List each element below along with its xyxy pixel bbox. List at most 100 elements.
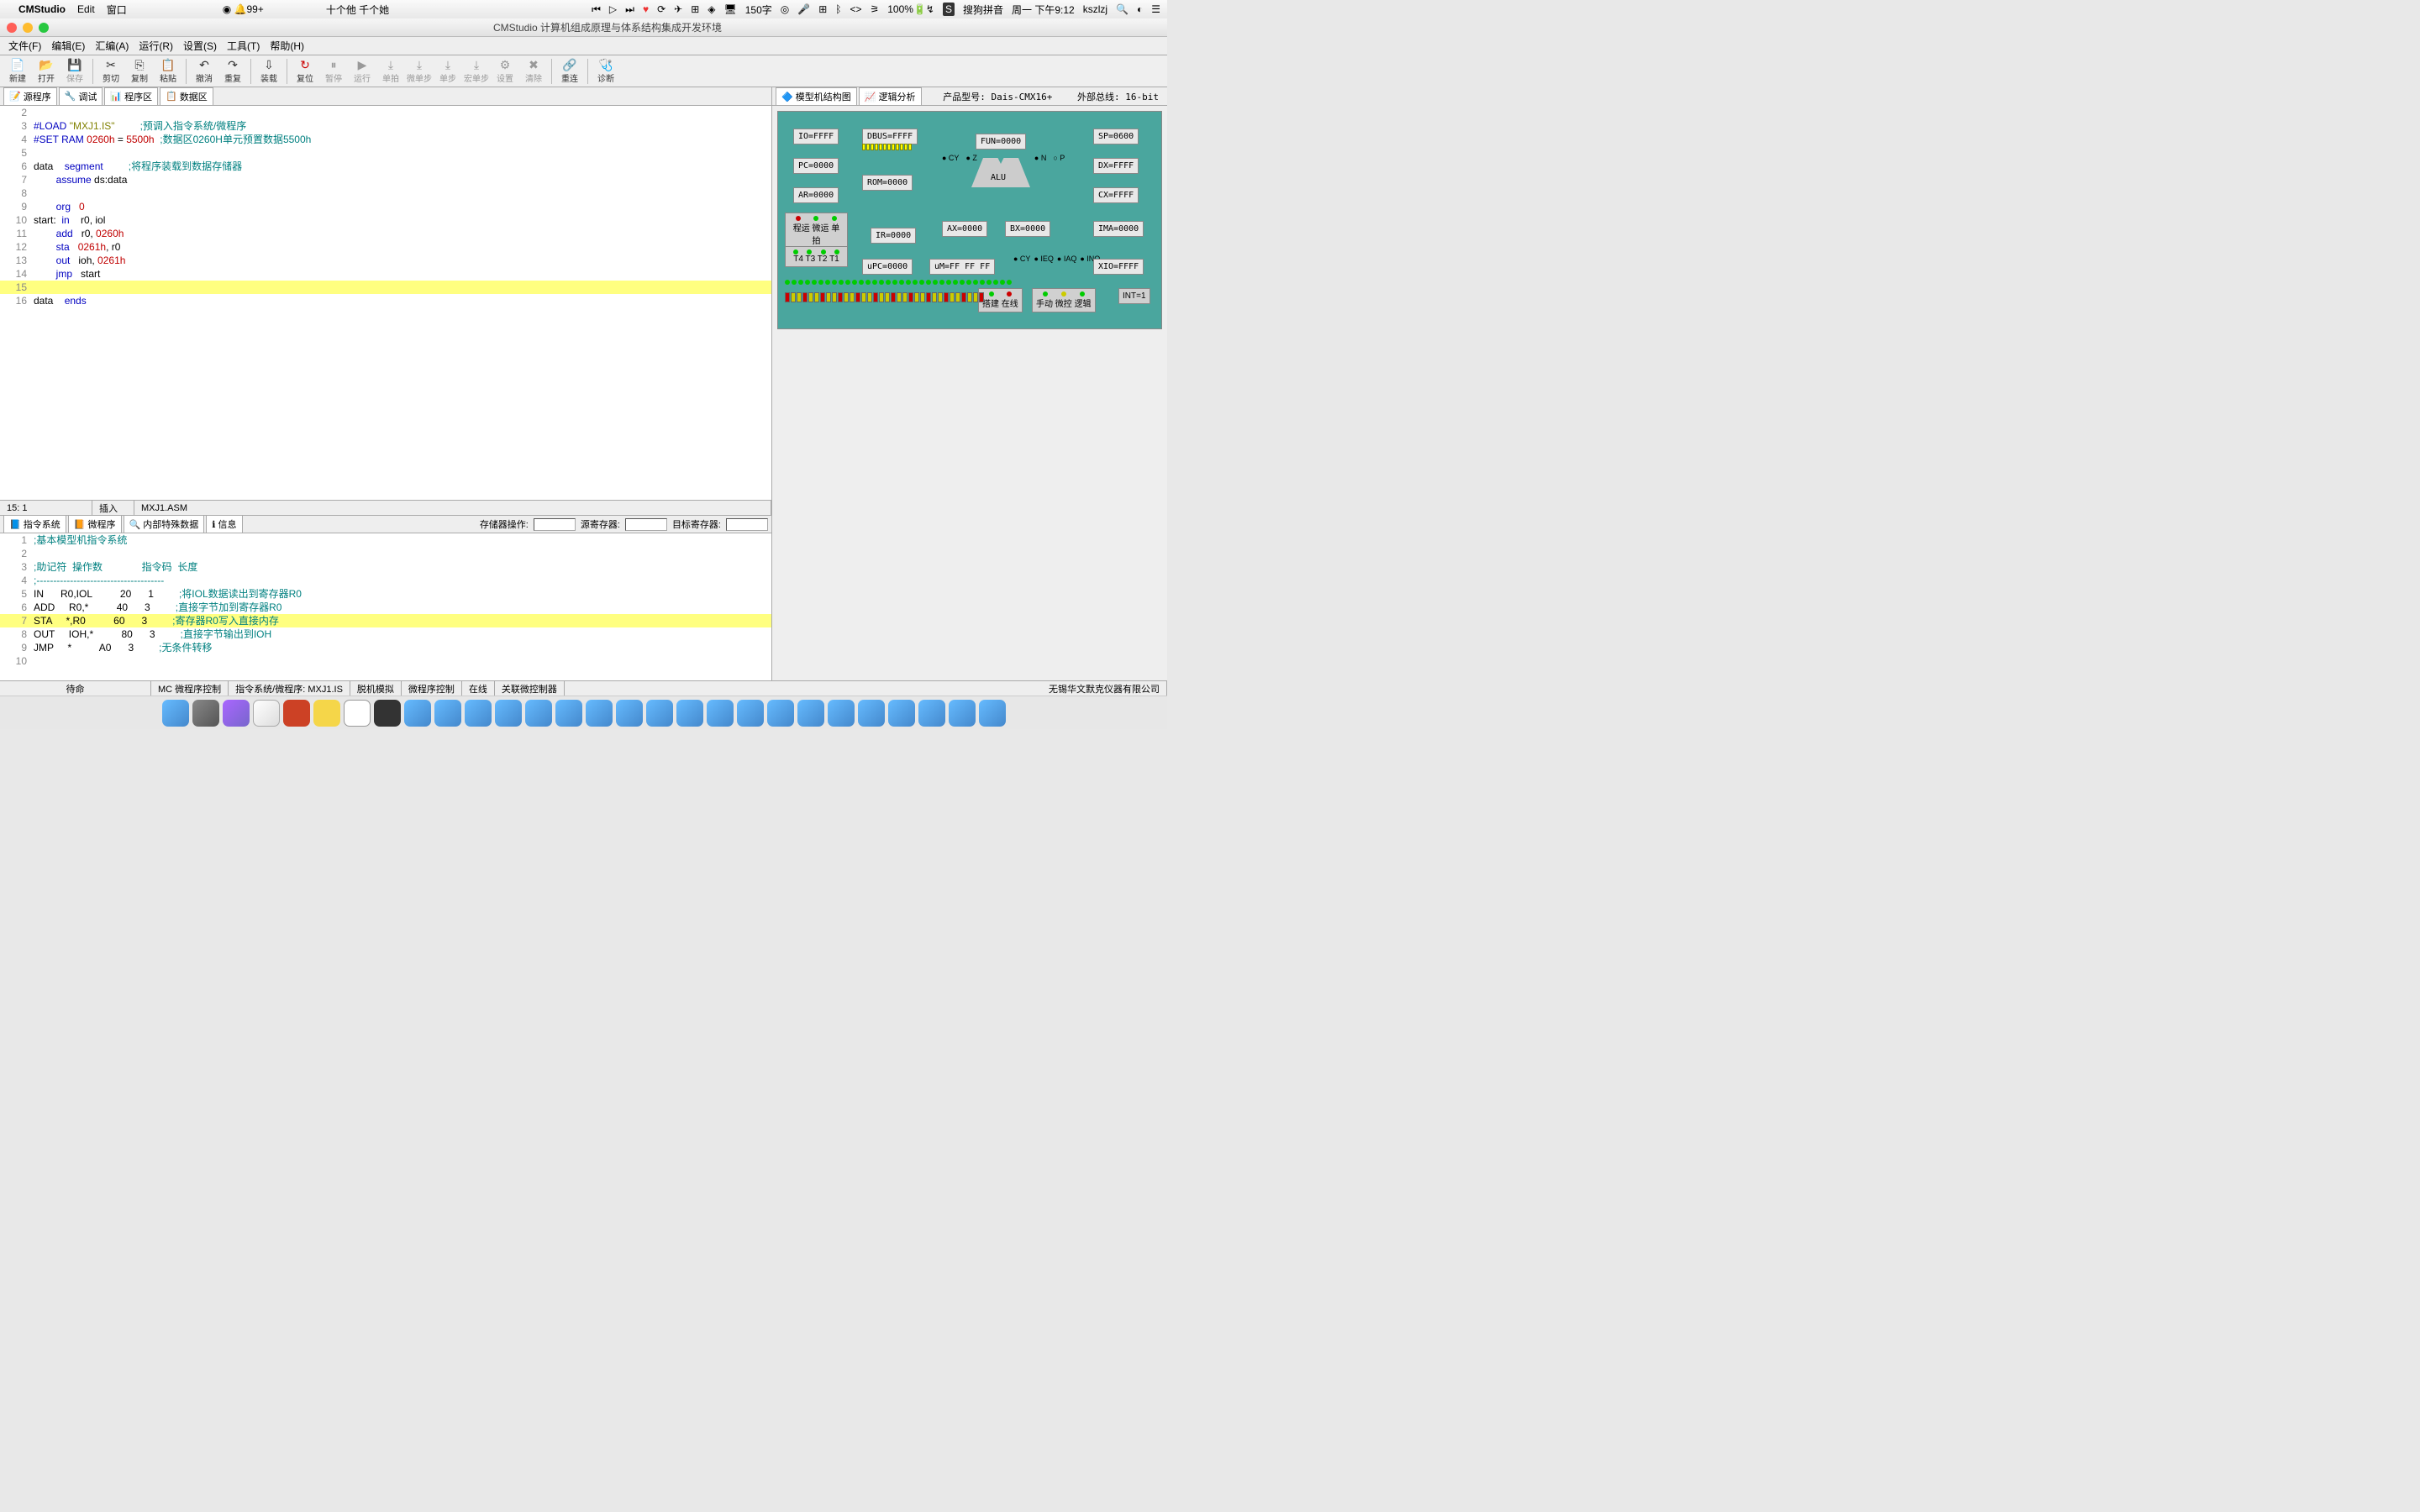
tab-isa[interactable]: 📘 指令系统 (3, 515, 66, 533)
isa-line[interactable]: 6ADD R0,* 40 3 ;直接字节加到寄存器R0 (0, 601, 771, 614)
source-line[interactable]: 5 (0, 146, 771, 160)
tool-运行[interactable]: ▶运行 (348, 57, 376, 86)
spotlight-icon[interactable]: 🔍 (1116, 3, 1128, 15)
menu-edit2[interactable]: 编辑(E) (46, 39, 90, 53)
heart-icon[interactable]: ♥ (643, 3, 649, 15)
send-icon[interactable]: ✈ (674, 3, 682, 15)
ctrl-mode[interactable]: 手动 微控 逻辑 (1032, 288, 1096, 312)
media-play-icon[interactable]: ▷ (609, 3, 617, 15)
dock-app-9[interactable] (434, 700, 461, 727)
tool-单拍[interactable]: ⤓单拍 (376, 57, 405, 86)
dock-app-24[interactable] (888, 700, 915, 727)
tool-剪切[interactable]: ✂剪切 (97, 57, 125, 86)
reg-upc[interactable]: uPC=0000 (862, 259, 913, 275)
menu-help[interactable]: 帮助(H) (265, 39, 309, 53)
source-line[interactable]: 14 jmp start (0, 267, 771, 281)
dock-app-4[interactable] (283, 700, 310, 727)
tab-special[interactable]: 🔍 内部特殊数据 (124, 515, 205, 533)
isa-editor[interactable]: 1;基本模型机指令系统23;助记符 操作数 指令码 长度4;----------… (0, 533, 771, 680)
cube-icon[interactable]: ◈ (708, 3, 715, 15)
isa-line[interactable]: 2 (0, 547, 771, 560)
dock-app-25[interactable] (918, 700, 945, 727)
source-line[interactable]: 6data segment ;将程序装载到数据存储器 (0, 160, 771, 173)
tab-model[interactable]: 🔷 模型机结构图 (776, 87, 857, 106)
dock-app-23[interactable] (858, 700, 885, 727)
reg-cx[interactable]: CX=FFFF (1093, 187, 1139, 203)
menu-tools[interactable]: 工具(T) (222, 39, 265, 53)
tool-宏单步[interactable]: ⤓宏单步 (462, 57, 491, 86)
ctrl-tstates[interactable]: T4 T3 T2 T1 (785, 246, 848, 267)
dock-app-14[interactable] (586, 700, 613, 727)
source-line[interactable]: 9 org 0 (0, 200, 771, 213)
reg-dbus[interactable]: DBUS=FFFF (862, 129, 918, 144)
source-line[interactable]: 12 sta 0261h, r0 (0, 240, 771, 254)
tab-micro[interactable]: 📙 微程序 (68, 515, 122, 533)
dock-app-13[interactable] (555, 700, 582, 727)
dock-app-3[interactable] (253, 700, 280, 727)
tool-复位[interactable]: ↻复位 (291, 57, 319, 86)
tool-撤消[interactable]: ↶撤消 (190, 57, 218, 86)
tool-诊断[interactable]: 🩺诊断 (592, 57, 620, 86)
isa-line[interactable]: 7STA *,R0 60 3 ;寄存器R0写入直接内存 (0, 614, 771, 627)
ime-label[interactable]: S (943, 3, 955, 16)
dock-app-0[interactable] (162, 700, 189, 727)
menu-settings[interactable]: 设置(S) (178, 39, 222, 53)
dst-reg-input[interactable] (726, 518, 768, 531)
menu-asm[interactable]: 汇编(A) (90, 39, 134, 53)
source-line[interactable]: 15 (0, 281, 771, 294)
reg-io[interactable]: IO=FFFF (793, 129, 839, 144)
tool-新建[interactable]: 📄新建 (3, 57, 32, 86)
app-name[interactable]: CMStudio (18, 3, 66, 15)
reg-fun[interactable]: FUN=0000 (976, 134, 1026, 150)
tool-复制[interactable]: ⎘复制 (125, 57, 154, 86)
display-icon[interactable]: 🖥 (724, 3, 737, 15)
code-icon[interactable]: <> (850, 3, 861, 15)
menu-file[interactable]: 文件(F) (3, 39, 46, 53)
tab-prog[interactable]: 📊程序区 (104, 87, 158, 106)
menu-run[interactable]: 运行(R) (134, 39, 178, 53)
circle-icon[interactable]: ◎ (781, 3, 789, 15)
dock-app-26[interactable] (949, 700, 976, 727)
tool-粘贴[interactable]: 📋粘贴 (154, 57, 182, 86)
source-line[interactable]: 4#SET RAM 0260h = 5500h ;数据区0260H单元预置数据5… (0, 133, 771, 146)
tool-清除[interactable]: ✖清除 (519, 57, 548, 86)
siri-icon[interactable]: ◐ (1137, 3, 1143, 15)
source-editor[interactable]: 23#LOAD "MXJ1.IS" ;预调入指令系统/微程序4#SET RAM … (0, 106, 771, 500)
tool-设置[interactable]: ⚙设置 (491, 57, 519, 86)
tab-logic[interactable]: 📈 逻辑分析 (859, 87, 922, 106)
reg-bx[interactable]: BX=0000 (1005, 221, 1050, 237)
tool-保存[interactable]: 💾保存 (60, 57, 89, 86)
dock-app-20[interactable] (767, 700, 794, 727)
dock-app-6[interactable] (344, 700, 371, 727)
tool-打开[interactable]: 📂打开 (32, 57, 60, 86)
menu-icon[interactable]: ☰ (1151, 3, 1160, 15)
dock-app-12[interactable] (525, 700, 552, 727)
grid-icon[interactable]: ⊞ (691, 3, 699, 15)
tab-debug[interactable]: 🔧调试 (59, 87, 103, 106)
reg-sp[interactable]: SP=0600 (1093, 129, 1139, 144)
dock-app-16[interactable] (646, 700, 673, 727)
reg-um[interactable]: uM=FF FF FF (929, 259, 995, 275)
dock-app-5[interactable] (313, 700, 340, 727)
dock-app-19[interactable] (737, 700, 764, 727)
reg-ir[interactable]: IR=0000 (871, 228, 916, 244)
tab-source[interactable]: 📝源程序 (3, 87, 57, 106)
dock-app-2[interactable] (223, 700, 250, 727)
menu-edit[interactable]: Edit (77, 3, 95, 15)
ctrl-runmode[interactable]: 程运 微运 单拍 (785, 213, 848, 249)
media-next-icon[interactable]: ⏭ (625, 3, 634, 16)
mem-op-input[interactable] (534, 518, 576, 531)
source-line[interactable]: 8 (0, 186, 771, 200)
bluetooth-icon[interactable]: ᛒ (835, 3, 841, 15)
source-line[interactable]: 3#LOAD "MXJ1.IS" ;预调入指令系统/微程序 (0, 119, 771, 133)
tool-单步[interactable]: ⤓单步 (434, 57, 462, 86)
tab-info[interactable]: ℹ 信息 (206, 515, 242, 533)
dock-app-10[interactable] (465, 700, 492, 727)
tool-重连[interactable]: 🔗重连 (555, 57, 584, 86)
isa-line[interactable]: 3;助记符 操作数 指令码 长度 (0, 560, 771, 574)
source-line[interactable]: 11 add r0, 0260h (0, 227, 771, 240)
reg-xio[interactable]: XIO=FFFF (1093, 259, 1144, 275)
ctrl-build[interactable]: 搭建 在线 (978, 288, 1023, 312)
isa-line[interactable]: 10 (0, 654, 771, 668)
source-line[interactable]: 10start: in r0, iol (0, 213, 771, 227)
